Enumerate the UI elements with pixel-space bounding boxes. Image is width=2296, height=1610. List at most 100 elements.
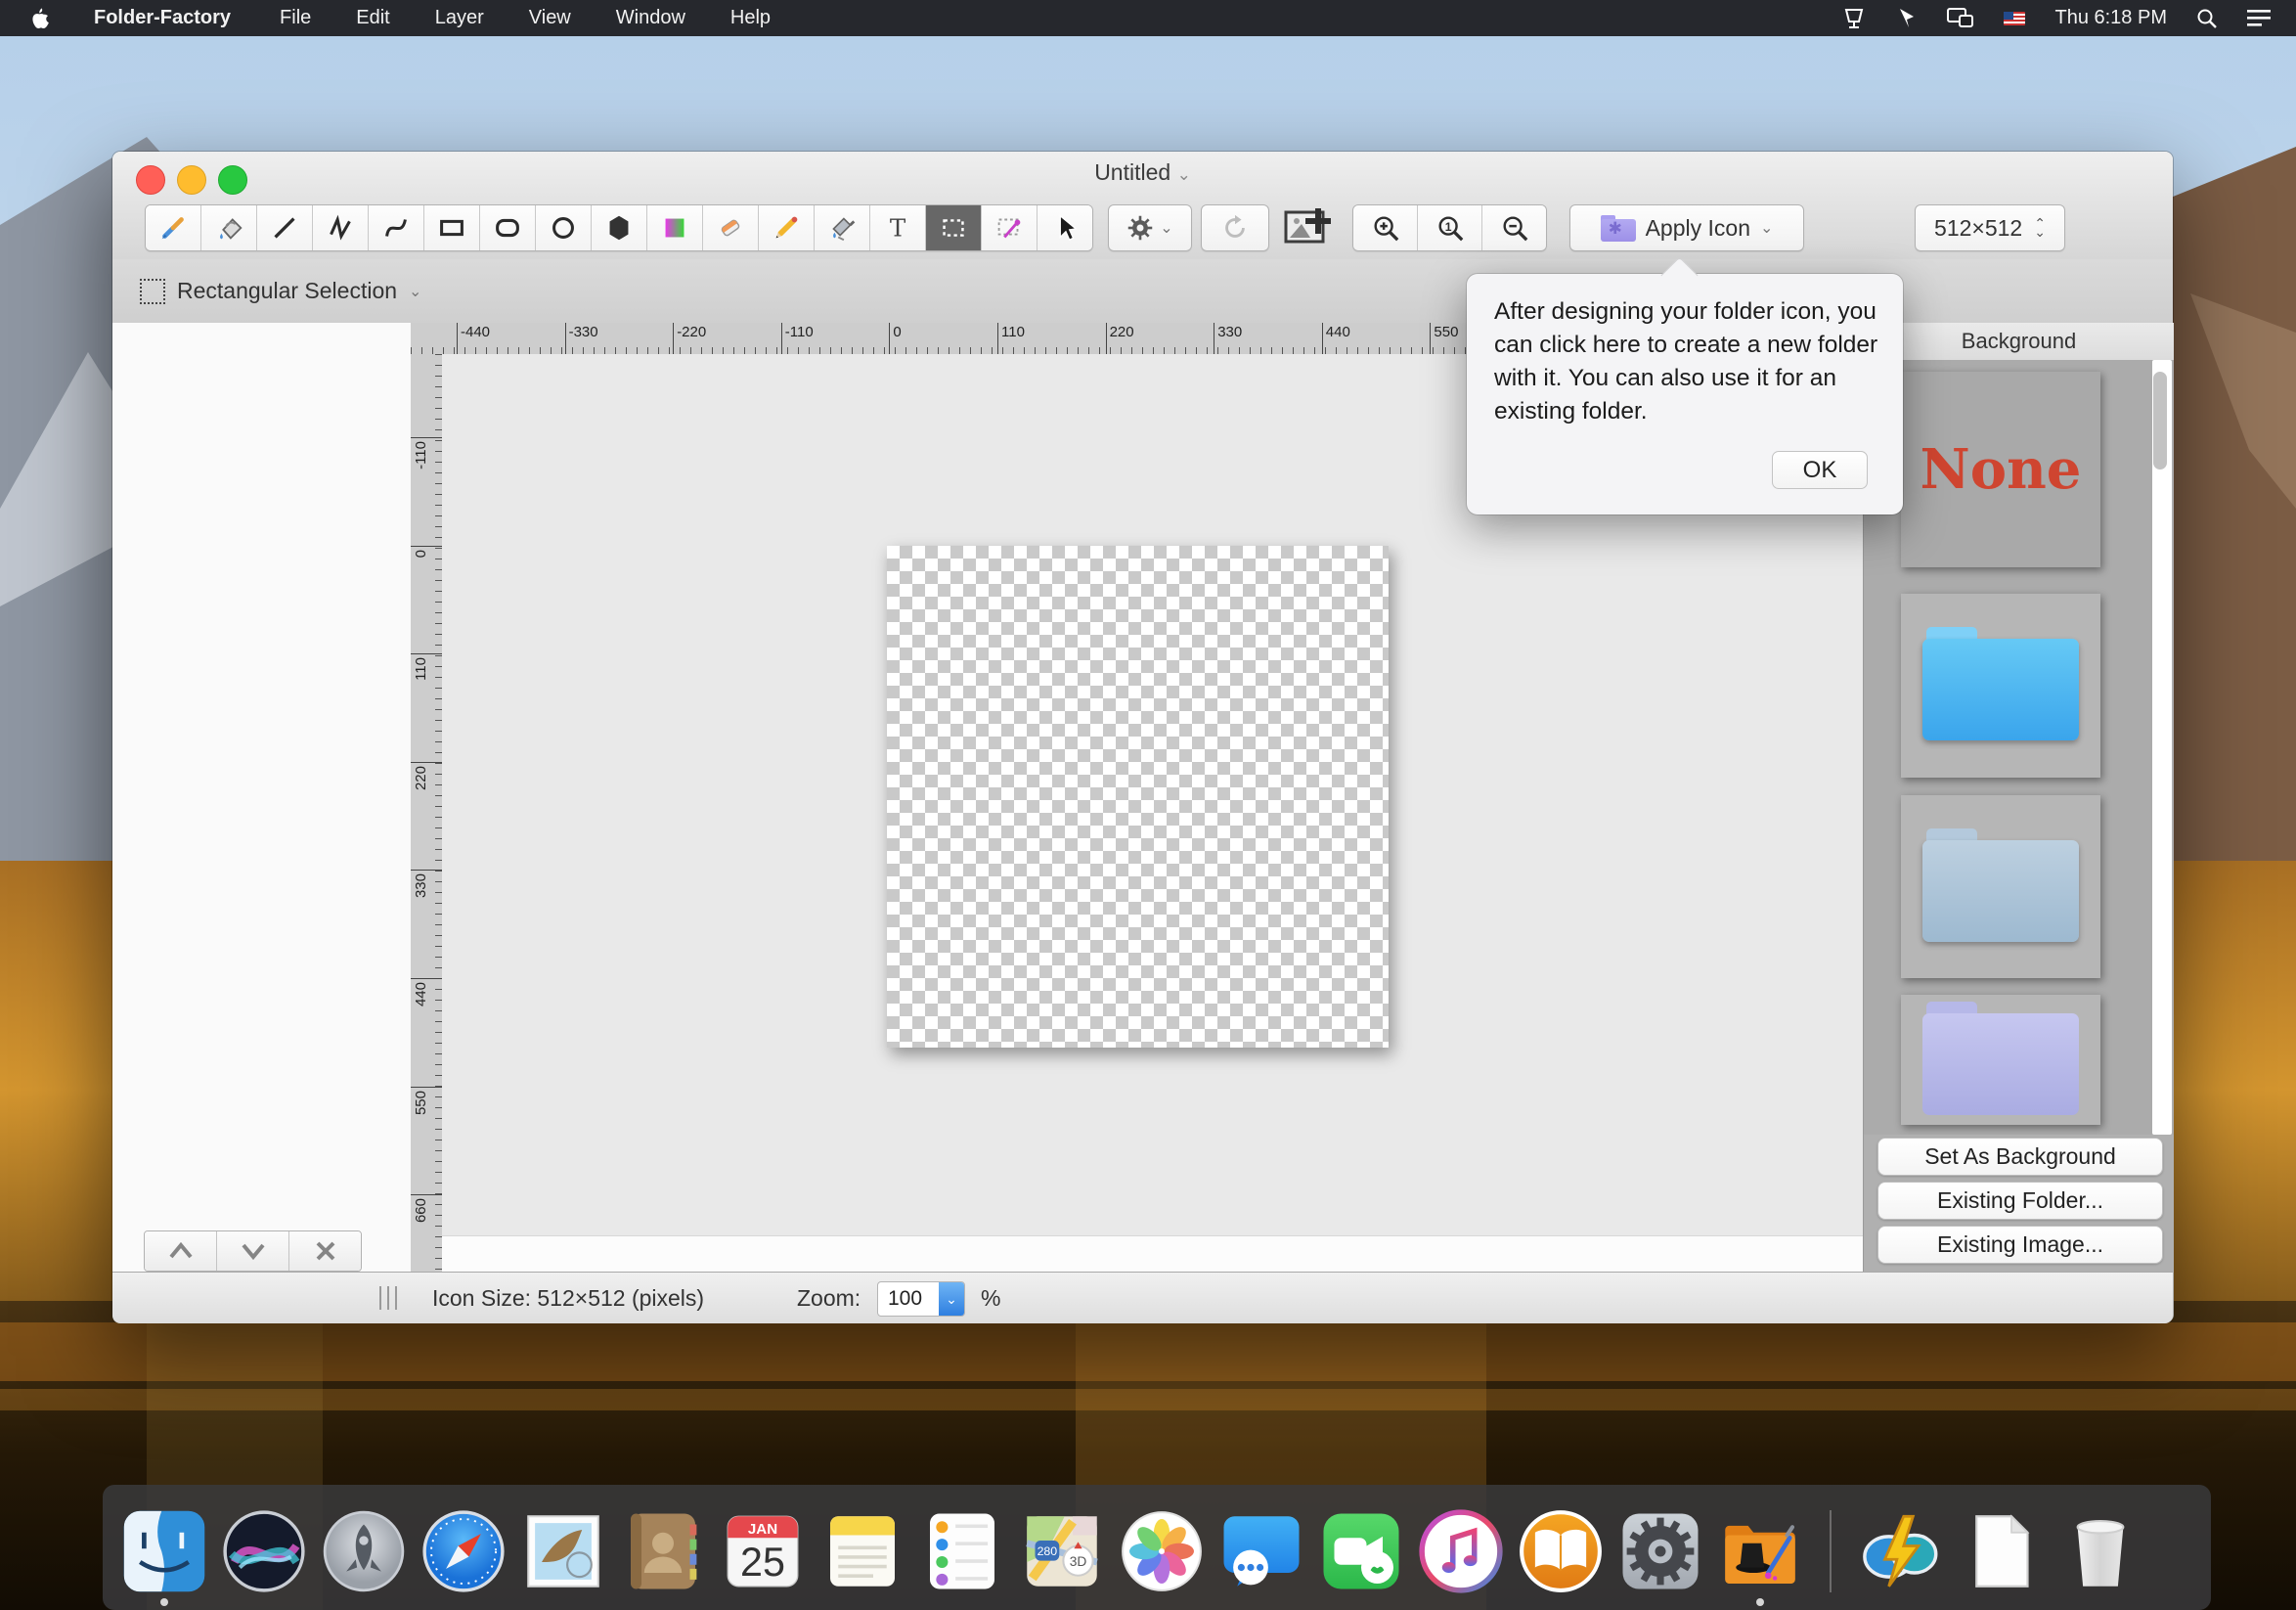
- tool-polyline[interactable]: [313, 205, 369, 250]
- main-toolbar: T ⌄ 1 ✱ Apply Icon ⌄ 512×512: [112, 196, 2173, 259]
- import-image-button[interactable]: [1276, 204, 1341, 249]
- dock-item-photos[interactable]: [1117, 1502, 1207, 1610]
- background-list[interactable]: None: [1864, 360, 2174, 1135]
- menu-clock[interactable]: Thu 6:18 PM: [2054, 7, 2167, 29]
- dock-item-trash[interactable]: [2055, 1502, 2145, 1610]
- existing-image-button[interactable]: Existing Image...: [1877, 1226, 2163, 1264]
- drag-handle[interactable]: [379, 1286, 403, 1310]
- zoom-actual-size-button[interactable]: 1: [1418, 205, 1482, 250]
- move-down-button[interactable]: [217, 1231, 289, 1271]
- svg-text:3D: 3D: [1070, 1554, 1087, 1569]
- zoom-in-button[interactable]: [1353, 205, 1418, 250]
- tool-rectangle[interactable]: [424, 205, 480, 250]
- dock-item-notes[interactable]: [817, 1502, 907, 1610]
- dock-item-contacts[interactable]: [618, 1502, 708, 1610]
- tool-paint-bucket[interactable]: [201, 205, 257, 250]
- menu-app-name[interactable]: Folder-Factory: [94, 7, 231, 29]
- menu-item-layer[interactable]: Layer: [435, 7, 484, 29]
- tool-eraser[interactable]: [703, 205, 759, 250]
- ruler-label-v: 0: [413, 550, 429, 558]
- ruler-major-tick: [411, 546, 442, 547]
- dock-item-document[interactable]: [1956, 1502, 2046, 1610]
- tool-airbrush[interactable]: [815, 205, 870, 250]
- zoom-combobox[interactable]: 100 ⌄: [877, 1281, 965, 1317]
- background-tile-folder-legacy[interactable]: [1901, 795, 2100, 978]
- ruler-major-tick: [411, 978, 442, 979]
- dock-item-lightning[interactable]: [1856, 1502, 1946, 1610]
- dock-divider: [1830, 1510, 1832, 1592]
- selection-mode-dropdown[interactable]: Rectangular Selection ⌄: [140, 278, 421, 304]
- delete-layer-button[interactable]: [289, 1231, 361, 1271]
- dock-item-messages[interactable]: [1216, 1502, 1306, 1610]
- menu-item-file[interactable]: File: [280, 7, 311, 29]
- ok-button[interactable]: OK: [1772, 451, 1868, 489]
- tool-rectangular-selection[interactable]: [926, 205, 982, 250]
- menu-item-view[interactable]: View: [529, 7, 571, 29]
- ruler-label-h: 220: [1110, 324, 1134, 340]
- dock-item-folder-factory[interactable]: [1715, 1502, 1805, 1610]
- existing-folder-button[interactable]: Existing Folder...: [1877, 1182, 2163, 1220]
- ruler-label-v: 220: [413, 766, 429, 790]
- stepper-arrows-icon[interactable]: ⌃⌄: [2034, 219, 2046, 237]
- ruler-label-v: 110: [413, 657, 429, 681]
- scrollbar-track[interactable]: [2152, 360, 2172, 1135]
- background-tile-folder-blue[interactable]: [1901, 594, 2100, 778]
- dock-item-maps[interactable]: 2803D: [1017, 1502, 1107, 1610]
- dock-item-calendar[interactable]: JAN25: [718, 1502, 808, 1610]
- move-up-button[interactable]: [145, 1231, 217, 1271]
- ruler-major-tick: [411, 437, 442, 438]
- ruler-label-v: -110: [413, 441, 429, 470]
- dock-item-facetime[interactable]: [1316, 1502, 1406, 1610]
- notification-center-icon[interactable]: [2247, 9, 2271, 28]
- rotate-button[interactable]: [1201, 204, 1269, 251]
- displays-icon[interactable]: [1947, 8, 1974, 29]
- zoom-controls: 1: [1352, 204, 1547, 251]
- dock-item-safari[interactable]: [419, 1502, 508, 1610]
- tool-move-arrow[interactable]: [1038, 205, 1092, 250]
- spotlight-icon[interactable]: [2196, 8, 2218, 29]
- tool-curve[interactable]: [369, 205, 424, 250]
- set-as-background-button[interactable]: Set As Background: [1877, 1138, 2163, 1176]
- tool-text[interactable]: T: [870, 205, 926, 250]
- status-bar: Icon Size: 512×512 (pixels) Zoom: 100 ⌄ …: [112, 1272, 2173, 1323]
- zoom-out-button[interactable]: [1482, 205, 1546, 250]
- apple-menu[interactable]: [29, 7, 49, 30]
- us-flag-icon[interactable]: [2004, 12, 2025, 25]
- folder-blue-icon: [1922, 627, 2079, 744]
- tool-ellipse[interactable]: [536, 205, 592, 250]
- dock-item-mail[interactable]: [518, 1502, 608, 1610]
- tool-eyedropper[interactable]: [146, 205, 201, 250]
- dock-item-reminders[interactable]: [917, 1502, 1007, 1610]
- combo-dropdown-icon[interactable]: ⌄: [939, 1282, 964, 1316]
- menu-item-help[interactable]: Help: [730, 7, 771, 29]
- settings-gear-button[interactable]: ⌄: [1108, 204, 1192, 251]
- window-title[interactable]: Untitled ⌄: [112, 159, 2173, 186]
- tool-gradient[interactable]: [647, 205, 703, 250]
- scrollbar-thumb[interactable]: [2153, 372, 2167, 470]
- zoom-value: 100: [878, 1287, 939, 1311]
- transparent-canvas[interactable]: [887, 546, 1389, 1048]
- background-tile-none[interactable]: None: [1901, 372, 2100, 567]
- dock-item-launchpad[interactable]: [319, 1502, 409, 1610]
- dock-item-siri[interactable]: [219, 1502, 309, 1610]
- tool-polygon[interactable]: [592, 205, 647, 250]
- icon-size-stepper[interactable]: 512×512 ⌃⌄: [1915, 204, 2065, 251]
- window-titlebar[interactable]: Untitled ⌄ T ⌄ 1 ✱ Apply Icon ⌄: [112, 152, 2173, 260]
- apply-icon-popover: After designing your folder icon, you ca…: [1467, 274, 1903, 514]
- tool-rounded-rectangle[interactable]: [480, 205, 536, 250]
- cursor-arrow-icon[interactable]: [1896, 7, 1918, 30]
- airplay-display-icon[interactable]: [1841, 8, 1867, 29]
- background-tile-folder-purple[interactable]: [1901, 995, 2100, 1125]
- dock-item-finder[interactable]: [119, 1502, 209, 1610]
- apply-icon-button[interactable]: ✱ Apply Icon ⌄: [1569, 204, 1804, 251]
- tool-line[interactable]: [257, 205, 313, 250]
- menu-item-edit[interactable]: Edit: [356, 7, 389, 29]
- tool-pencil[interactable]: [759, 205, 815, 250]
- dock-item-ibooks[interactable]: [1516, 1502, 1606, 1610]
- ruler-major-tick: [781, 323, 782, 354]
- tool-magic-wand[interactable]: [982, 205, 1038, 250]
- dock-item-itunes[interactable]: [1416, 1502, 1506, 1610]
- dock-item-system-preferences[interactable]: [1615, 1502, 1705, 1610]
- ruler-label-v: 330: [413, 873, 429, 898]
- menu-item-window[interactable]: Window: [616, 7, 685, 29]
